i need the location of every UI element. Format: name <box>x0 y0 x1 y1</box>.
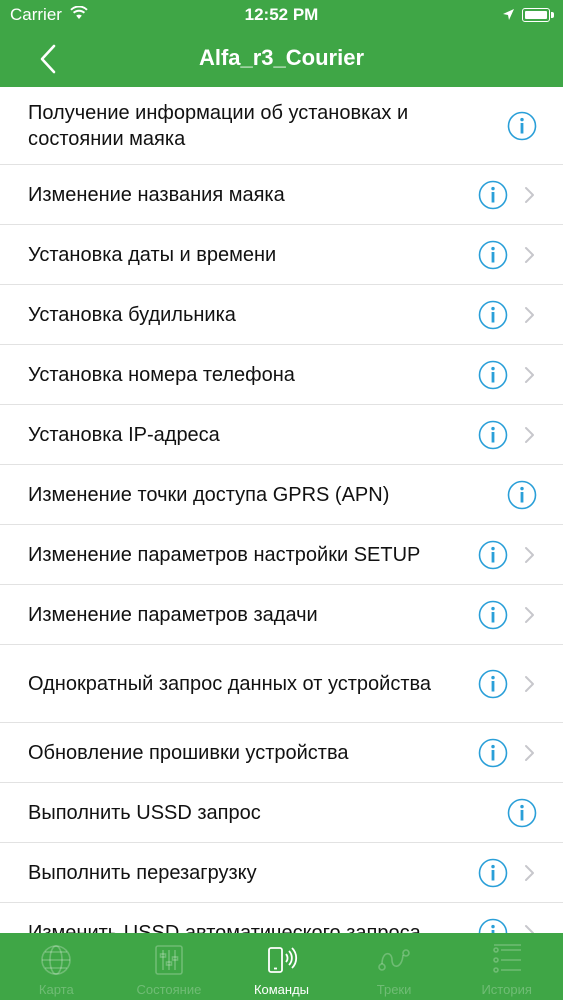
page-title: Alfa_r3_Courier <box>198 45 365 70</box>
clock: 12:52 PM <box>244 5 319 24</box>
command-row[interactable]: Изменить USSD автоматического запроса <box>0 903 563 933</box>
info-icon[interactable] <box>478 600 508 630</box>
tab-label: Состояние <box>136 982 202 997</box>
command-row[interactable]: Изменение точки доступа GPRS (APN) <box>0 465 563 525</box>
command-row[interactable]: Изменение параметров задачи <box>0 585 563 645</box>
chevron-right-icon <box>525 744 534 761</box>
info-icon[interactable] <box>478 918 508 933</box>
info-icon[interactable] <box>507 480 537 510</box>
info-icon[interactable] <box>478 540 508 570</box>
phone-signal-icon <box>268 947 298 973</box>
info-icon[interactable] <box>478 360 508 390</box>
tab-phone-signal[interactable]: Команды <box>225 933 338 1000</box>
command-row[interactable]: Изменение названия маяка <box>0 165 563 225</box>
command-row[interactable]: Выполнить USSD запрос <box>0 783 563 843</box>
chevron-right-icon <box>525 186 534 203</box>
chevron-right-icon <box>525 675 534 692</box>
globe-icon <box>41 945 72 975</box>
info-icon[interactable] <box>478 858 508 888</box>
tab-label: Треки <box>376 982 412 997</box>
sliders-icon <box>155 945 183 975</box>
location-arrow-icon <box>503 9 514 20</box>
tab-label: Команды <box>253 982 310 997</box>
chevron-right-icon <box>525 864 534 881</box>
tab-sliders[interactable]: Состояние <box>113 933 226 1000</box>
chevron-right-icon <box>525 246 534 263</box>
command-label: Выполнить USSD запрос <box>28 801 261 824</box>
tab-route[interactable]: Треки <box>338 933 451 1000</box>
command-row[interactable]: Установка номера телефона <box>0 345 563 405</box>
tab-label: Карта <box>38 982 74 997</box>
info-icon[interactable] <box>507 798 537 828</box>
info-icon[interactable] <box>478 180 508 210</box>
route-icon <box>378 949 410 971</box>
header: Carrier 12:52 PM Alfa_r3_Courier <box>0 0 563 87</box>
command-row[interactable]: Выполнить перезагрузку <box>0 843 563 903</box>
battery-icon <box>522 8 554 22</box>
chevron-right-icon <box>525 606 534 623</box>
command-row[interactable]: Однократный запрос данных от устройства <box>0 645 563 723</box>
commands-list: Получение информации об установках и сос… <box>0 87 563 933</box>
chevron-right-icon <box>525 925 534 933</box>
tab-bar: Карта Состояние Команды Треки История <box>0 933 563 1000</box>
list-icon <box>492 944 521 973</box>
command-row[interactable]: Изменение параметров настройки SETUP <box>0 525 563 585</box>
info-icon[interactable] <box>507 111 537 141</box>
chevron-right-icon <box>525 546 534 563</box>
command-label: Изменение точки доступа GPRS (APN) <box>28 483 390 506</box>
command-label: Получение информации об установках и сос… <box>28 101 409 150</box>
status-bar: Carrier 12:52 PM <box>0 0 563 30</box>
navigation-bar: Alfa_r3_Courier <box>0 30 563 87</box>
info-icon[interactable] <box>478 669 508 699</box>
command-row[interactable]: Обновление прошивки устройства <box>0 723 563 783</box>
info-icon[interactable] <box>478 240 508 270</box>
info-icon[interactable] <box>478 420 508 450</box>
info-icon[interactable] <box>478 738 508 768</box>
command-row[interactable]: Установка IP-адреса <box>0 405 563 465</box>
command-row[interactable]: Установка даты и времени <box>0 225 563 285</box>
command-row[interactable]: Получение информации об установках и сос… <box>0 87 563 165</box>
command-row[interactable]: Установка будильника <box>0 285 563 345</box>
chevron-right-icon <box>525 366 534 383</box>
chevron-right-icon <box>525 306 534 323</box>
tab-label: История <box>481 982 532 997</box>
tab-list[interactable]: История <box>450 933 563 1000</box>
back-chevron-icon[interactable] <box>36 42 66 76</box>
tab-globe[interactable]: Карта <box>0 933 113 1000</box>
chevron-right-icon <box>525 426 534 443</box>
info-icon[interactable] <box>478 300 508 330</box>
